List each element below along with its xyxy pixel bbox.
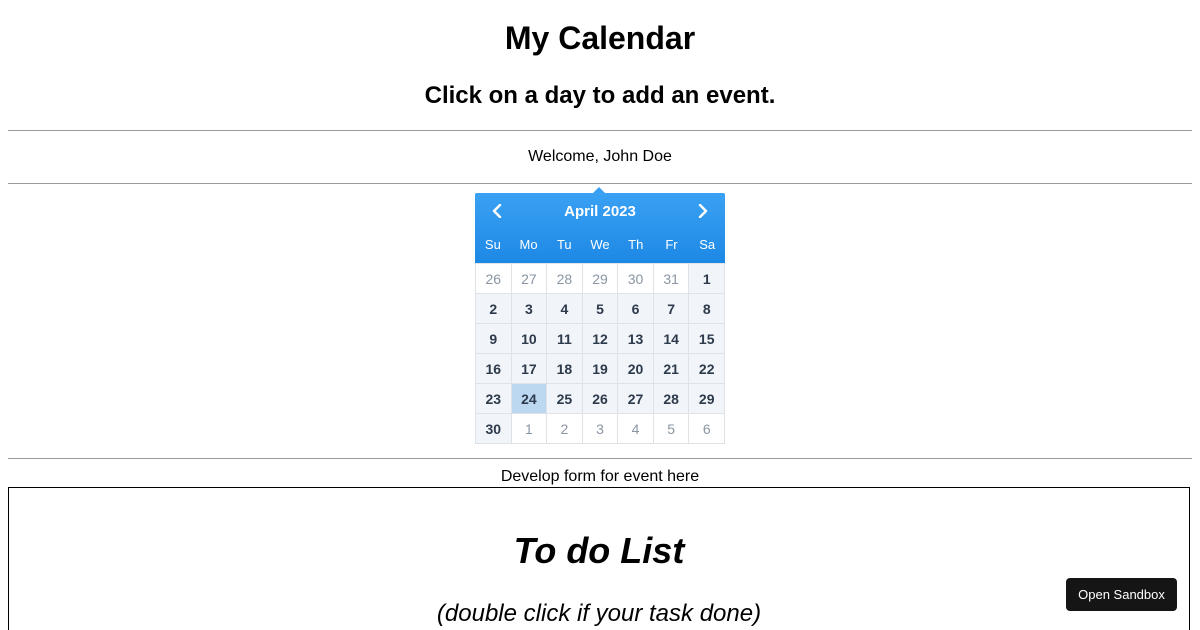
calendar-day[interactable]: 19 (582, 354, 619, 384)
calendar-day[interactable]: 30 (476, 414, 512, 444)
page: My Calendar Click on a day to add an eve… (0, 0, 1200, 630)
weekday-label: Fr (665, 237, 678, 252)
calendar-day[interactable]: 4 (547, 294, 583, 324)
calendar-day-outside-month[interactable]: 30 (618, 264, 654, 294)
calendar-day[interactable]: 22 (689, 354, 725, 384)
weekday-label: Sa (699, 237, 716, 252)
page-title: My Calendar (504, 20, 696, 56)
calendar-day[interactable]: 15 (689, 324, 725, 354)
calendar-day[interactable]: 7 (653, 294, 690, 324)
page-subtitle: Click on a day to add an event. (424, 82, 776, 109)
calendar-day[interactable]: 13 (618, 324, 654, 354)
calendar-day[interactable]: 29 (689, 384, 725, 414)
weekday-header-row: Su Mo Tu We Th Fr Sa (475, 237, 725, 253)
next-month-button[interactable] (691, 201, 715, 221)
calendar-day[interactable]: 10 (511, 324, 548, 354)
calendar-day[interactable]: 6 (618, 294, 654, 324)
divider-middle (8, 183, 1192, 184)
calendar-day[interactable]: 14 (653, 324, 690, 354)
weekday-label: Su (484, 237, 501, 252)
calendar-day[interactable]: 18 (547, 354, 583, 384)
calendar-day[interactable]: 3 (511, 294, 548, 324)
weekday-label: Mo (519, 237, 538, 252)
divider-top (8, 130, 1192, 131)
weekday-label: Th (628, 237, 644, 252)
open-sandbox-button[interactable]: Open Sandbox (1066, 578, 1177, 611)
calendar-day[interactable]: 9 (476, 324, 512, 354)
calendar-day[interactable]: 25 (547, 384, 583, 414)
calendar-day[interactable]: 8 (689, 294, 725, 324)
calendar-day-outside-month[interactable]: 26 (476, 264, 512, 294)
calendar-day[interactable]: 20 (618, 354, 654, 384)
calendar-day-outside-month[interactable]: 29 (582, 264, 619, 294)
calendar-day[interactable]: 28 (653, 384, 690, 414)
calendar-day-outside-month[interactable]: 27 (511, 264, 548, 294)
calendar-day-outside-month[interactable]: 4 (618, 414, 654, 444)
calendar-day[interactable]: 11 (547, 324, 583, 354)
calendar-day-outside-month[interactable]: 3 (582, 414, 619, 444)
calendar-day[interactable]: 23 (476, 384, 512, 414)
welcome-text: Welcome, John Doe (528, 148, 672, 165)
calendar-day[interactable]: 12 (582, 324, 619, 354)
calendar-day[interactable]: 26 (582, 384, 619, 414)
calendar-day-outside-month[interactable]: 5 (653, 414, 690, 444)
weekday-label: We (590, 237, 610, 252)
calendar-day[interactable]: 1 (689, 264, 725, 294)
calendar-day[interactable]: 2 (476, 294, 512, 324)
calendar-header: April 2023 Su Mo Tu We Th Fr Sa (475, 193, 725, 263)
divider-bottom (8, 458, 1192, 459)
calendar-day-outside-month[interactable]: 31 (653, 264, 690, 294)
calendar-day-grid: 26 27 28 29 30 31 1 2 3 4 5 6 7 8 9 10 11 12 13 14 15 16 17 18 1… (475, 263, 725, 444)
todo-list-panel: To do List (double click if your task do… (8, 487, 1190, 630)
calendar-month-label: April 2023 (564, 203, 636, 220)
calendar-day-outside-month[interactable]: 2 (547, 414, 583, 444)
chevron-right-icon (698, 204, 708, 218)
calendar-day[interactable]: 27 (618, 384, 654, 414)
calendar-day-outside-month[interactable]: 6 (689, 414, 725, 444)
calendar-day-outside-month[interactable]: 28 (547, 264, 583, 294)
calendar-day-outside-month[interactable]: 1 (511, 414, 548, 444)
date-picker: April 2023 Su Mo Tu We Th Fr Sa 26 27 28 29 30 31 1 2… (475, 193, 725, 444)
calendar-day[interactable]: 5 (582, 294, 619, 324)
calendar-day[interactable]: 21 (653, 354, 690, 384)
calendar-day[interactable]: 17 (511, 354, 548, 384)
todo-title: To do List (513, 530, 685, 571)
calendar-day[interactable]: 16 (476, 354, 512, 384)
calendar-day-selected[interactable]: 24 (511, 384, 548, 414)
todo-subtitle: (double click if your task done) (436, 600, 762, 627)
event-form-placeholder: Develop form for event here (500, 468, 700, 485)
weekday-label: Tu (556, 237, 572, 252)
